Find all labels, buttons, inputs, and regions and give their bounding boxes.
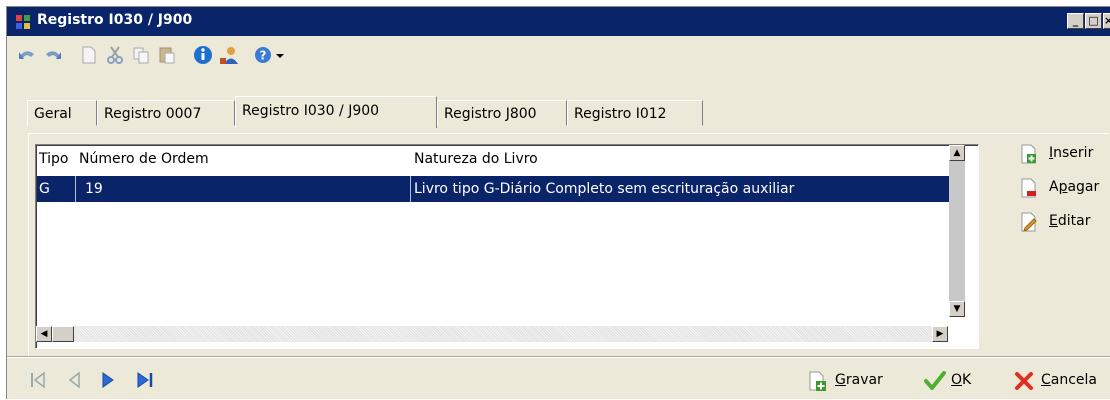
ok-label: OK: [951, 372, 972, 388]
tab-registro-i030-j900[interactable]: Registro I030 / J900: [235, 96, 437, 128]
cell-natureza: Livro tipo G-Diário Completo sem escritu…: [414, 181, 795, 197]
undo-icon[interactable]: [17, 45, 37, 65]
edit-label: Editar: [1049, 213, 1091, 229]
save-label: Gravar: [835, 372, 883, 388]
tab-label: Geral: [34, 106, 72, 122]
scroll-thumb[interactable]: [52, 326, 74, 342]
tab-geral[interactable]: Geral: [27, 100, 97, 126]
records-grid[interactable]: Tipo Número de Ordem Natureza do Livro G…: [35, 144, 979, 349]
svg-text:?: ?: [260, 49, 267, 63]
cancel-icon: [1015, 372, 1033, 390]
tab-label: Registro I030 / J900: [242, 103, 380, 119]
bottom-bar: Gravar OK Cancela: [7, 357, 1110, 400]
tab-label: Registro J800: [444, 106, 537, 122]
save-icon: [809, 371, 826, 391]
paste-icon[interactable]: [157, 45, 177, 65]
help-icon[interactable]: ?: [253, 45, 273, 65]
copy-icon[interactable]: [131, 45, 151, 65]
title-bar[interactable]: Registro I030 / J900 _ □ ×: [7, 7, 1110, 36]
insert-icon: [1021, 144, 1036, 164]
save-button[interactable]: Gravar: [807, 370, 883, 392]
cancel-button[interactable]: Cancela: [1013, 370, 1097, 392]
dialog-window: Registro I030 / J900 _ □ × ? Geral Regis…: [6, 6, 1110, 399]
redo-icon[interactable]: [43, 45, 63, 65]
tab-registro-0007[interactable]: Registro 0007: [97, 100, 235, 126]
tab-registro-j800[interactable]: Registro J800: [437, 100, 567, 126]
scroll-up-button[interactable]: ▲: [949, 145, 965, 161]
next-record-icon[interactable]: [99, 370, 117, 390]
app-icon: [16, 15, 30, 29]
tab-registro-i012[interactable]: Registro I012: [567, 100, 703, 126]
vertical-scrollbar[interactable]: ▲ ▼: [949, 145, 965, 317]
cell-divider: [410, 176, 411, 202]
maximize-button[interactable]: □: [1085, 13, 1102, 29]
window-title: Registro I030 / J900: [37, 12, 193, 28]
help-dropdown-icon[interactable]: [275, 45, 285, 65]
first-record-icon[interactable]: [29, 370, 47, 390]
tab-label: Registro 0007: [104, 106, 202, 122]
ok-button[interactable]: OK: [923, 370, 971, 392]
column-header-tipo[interactable]: Tipo: [39, 145, 68, 174]
table-row[interactable]: G 19 Livro tipo G-Diário Completo sem es…: [37, 176, 961, 202]
cell-numero: 19: [85, 181, 103, 197]
scroll-down-button[interactable]: ▼: [949, 301, 965, 317]
info-icon[interactable]: [193, 45, 213, 65]
tab-label: Registro I012: [574, 106, 667, 122]
cell-tipo: G: [39, 181, 50, 197]
scroll-left-button[interactable]: ◀: [36, 326, 52, 342]
horizontal-scrollbar[interactable]: ◀ ▶: [36, 326, 948, 342]
scroll-right-button[interactable]: ▶: [932, 326, 948, 342]
check-icon: [924, 371, 946, 390]
user-icon[interactable]: [219, 45, 239, 65]
cut-icon[interactable]: [105, 45, 125, 65]
delete-label: Apagar: [1049, 179, 1100, 195]
column-header-natureza[interactable]: Natureza do Livro: [414, 145, 538, 174]
last-record-icon[interactable]: [135, 370, 155, 390]
toolbar: ?: [7, 37, 1110, 71]
insert-label: Inserir: [1049, 145, 1094, 161]
cancel-label: Cancela: [1041, 372, 1098, 388]
previous-record-icon[interactable]: [65, 370, 83, 390]
minimize-button[interactable]: _: [1067, 13, 1084, 29]
edit-icon: [1021, 212, 1037, 232]
column-header-numero[interactable]: Número de Ordem: [79, 145, 209, 174]
new-document-icon[interactable]: [79, 45, 99, 65]
delete-icon: [1021, 178, 1036, 198]
cell-divider: [75, 176, 76, 202]
close-button[interactable]: ×: [1103, 13, 1110, 29]
